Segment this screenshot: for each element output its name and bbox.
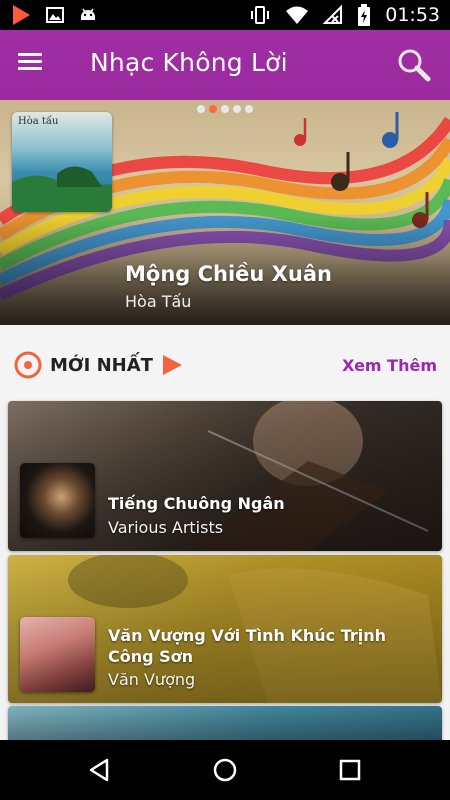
album-thumbnail	[20, 463, 95, 538]
banner-song-title[interactable]: Mộng Chiều Xuân	[125, 262, 332, 286]
battery-charging-icon	[358, 4, 371, 26]
cover-art	[12, 166, 112, 212]
banner-artist: Hòa Tấu	[125, 292, 192, 311]
no-signal-icon	[323, 5, 343, 24]
android-icon	[81, 8, 95, 20]
nav-bar	[0, 740, 450, 800]
search-icon[interactable]	[396, 47, 432, 83]
app-title: Nhạc Không Lời	[90, 48, 288, 77]
carousel-dot[interactable]	[197, 105, 205, 113]
carousel-dot[interactable]	[221, 105, 229, 113]
song-card[interactable]: Văn Vượng Với Tình Khúc Trịnh Công Sơn V…	[8, 555, 442, 703]
song-artist: Văn Vượng	[108, 670, 196, 689]
song-artist: Various Artists	[108, 518, 224, 537]
section-title: MỚI NHẤT	[50, 355, 153, 376]
song-title: Tiếng Chuông Ngân	[108, 494, 285, 513]
disc-icon	[14, 351, 42, 379]
carousel-dot[interactable]	[233, 105, 241, 113]
carousel-dot-active[interactable]	[209, 105, 217, 113]
play-store-icon	[13, 5, 30, 25]
song-title: Văn Vượng Với Tình Khúc Trịnh Công Sơn	[108, 626, 387, 666]
play-all-icon[interactable]	[161, 354, 183, 376]
image-icon	[46, 7, 64, 23]
home-icon[interactable]	[210, 755, 240, 785]
back-icon[interactable]	[85, 755, 115, 785]
carousel-dot[interactable]	[245, 105, 253, 113]
vibrate-icon	[251, 6, 270, 24]
recents-icon[interactable]	[335, 755, 365, 785]
see-more-link[interactable]: Xem Thêm	[342, 356, 437, 375]
wifi-icon	[286, 6, 309, 24]
section-header: MỚI NHẤT Xem Thêm	[0, 325, 450, 401]
album-thumbnail	[20, 617, 95, 692]
app-bar: Nhạc Không Lời	[0, 30, 450, 100]
hamburger-menu-icon[interactable]	[18, 50, 52, 80]
banner-album-cover[interactable]: Hòa tấu	[12, 112, 112, 212]
song-card[interactable]: Tiếng Chuông Ngân Various Artists	[8, 401, 442, 551]
status-bar: 01:53	[0, 0, 450, 30]
carousel-indicator	[197, 105, 253, 113]
status-time: 01:53	[385, 4, 440, 26]
